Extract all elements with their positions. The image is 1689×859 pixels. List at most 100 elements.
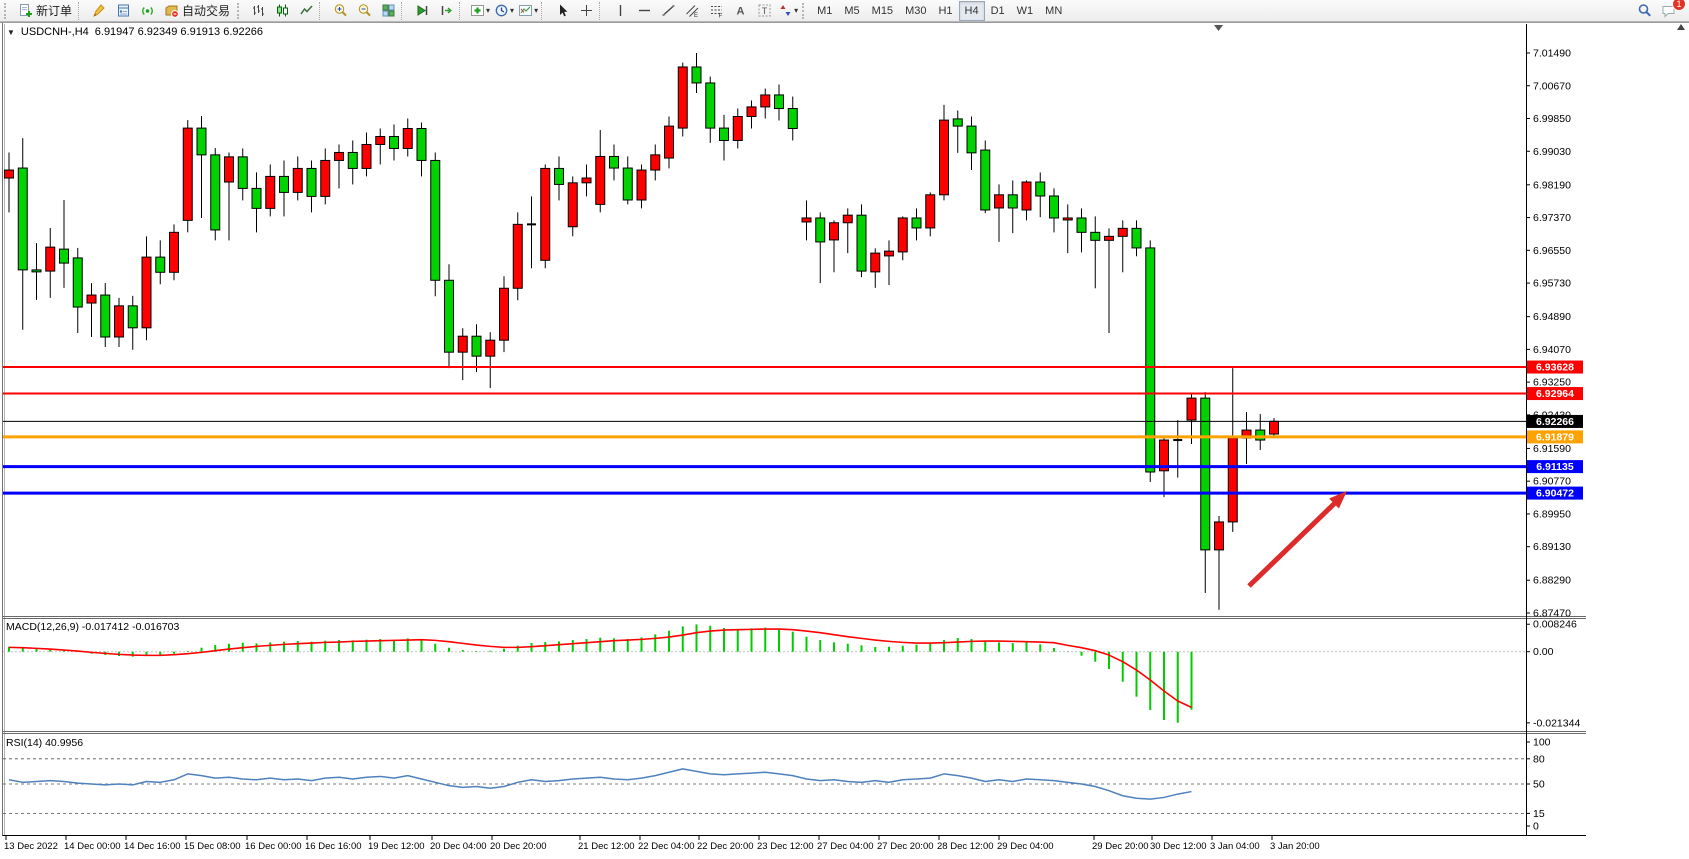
arrows-tool-button[interactable]: ▾ <box>776 0 800 22</box>
candle <box>953 119 962 126</box>
candle <box>307 168 316 196</box>
candle <box>1270 421 1279 434</box>
chart-symbol-title[interactable]: ▼ USDCNH-,H4 6.91947 6.92349 6.91913 6.9… <box>7 26 263 38</box>
timeframe-button-m5[interactable]: M5 <box>838 1 865 21</box>
svg-text:6.99850: 6.99850 <box>1533 113 1571 125</box>
candle <box>32 270 41 272</box>
toolbar-grip[interactable] <box>802 3 809 19</box>
svg-text:6.87470: 6.87470 <box>1533 608 1571 620</box>
svg-text:20 Dec 20:00: 20 Dec 20:00 <box>490 841 547 852</box>
new-order-button[interactable]: 新订单 <box>13 0 77 22</box>
candle <box>197 128 206 155</box>
market-watch-button[interactable] <box>111 0 135 22</box>
search-button[interactable] <box>1633 0 1657 22</box>
toolbar-grip[interactable] <box>4 3 11 19</box>
chart-shift-button[interactable] <box>434 0 458 22</box>
timeframe-button-m15[interactable]: M15 <box>866 1 899 21</box>
timeframe-button-m1[interactable]: M1 <box>811 1 838 21</box>
candle <box>115 306 124 337</box>
svg-text:6.99030: 6.99030 <box>1533 146 1571 158</box>
equidistant-channel-button[interactable]: E <box>680 0 704 22</box>
horizontal-line-button[interactable] <box>632 0 656 22</box>
chart-frame <box>0 22 1689 859</box>
svg-text:6.98190: 6.98190 <box>1533 179 1571 191</box>
candle <box>390 136 399 148</box>
svg-text:6.91879: 6.91879 <box>1536 431 1574 443</box>
candle <box>1187 398 1196 420</box>
candle <box>1256 430 1265 440</box>
svg-text:6.94890: 6.94890 <box>1533 311 1571 323</box>
indicators-button[interactable]: ▾ <box>468 0 492 22</box>
candle <box>940 120 949 195</box>
trendline-button[interactable] <box>656 0 680 22</box>
zoom-in-button[interactable] <box>328 0 352 22</box>
cursor-button[interactable] <box>550 0 574 22</box>
text-button[interactable]: A <box>728 0 752 22</box>
candle <box>403 128 412 148</box>
candle <box>445 280 454 352</box>
candle <box>1036 182 1045 196</box>
toolbar-separator <box>319 2 327 20</box>
svg-text:6.88290: 6.88290 <box>1533 575 1571 587</box>
svg-text:6.89130: 6.89130 <box>1533 541 1571 553</box>
timeframe-button-h1[interactable]: H1 <box>932 1 958 21</box>
candle <box>596 156 605 204</box>
text-icon: A <box>733 3 748 18</box>
svg-text:6.93628: 6.93628 <box>1536 362 1574 374</box>
candle <box>747 107 756 117</box>
svg-text:6.95730: 6.95730 <box>1533 278 1571 290</box>
chevron-down-icon: ▾ <box>534 6 538 15</box>
signals-button[interactable] <box>135 0 159 22</box>
periods-button[interactable]: ▾ <box>492 0 516 22</box>
candle <box>486 340 495 356</box>
autotrading-button[interactable]: 自动交易 <box>159 0 235 22</box>
candle <box>183 128 192 220</box>
notifications-button[interactable]: 1 <box>1657 0 1681 22</box>
line-chart-icon <box>299 3 314 18</box>
crosshair-icon <box>579 3 594 18</box>
svg-text:14 Dec 16:00: 14 Dec 16:00 <box>124 841 181 852</box>
timeframe-button-m30[interactable]: M30 <box>899 1 932 21</box>
candle <box>101 295 110 337</box>
vertical-line-button[interactable] <box>608 0 632 22</box>
candle <box>348 152 357 168</box>
highlighter-button[interactable] <box>87 0 111 22</box>
new-order-label: 新订单 <box>36 2 72 19</box>
toolbar-separator <box>78 2 86 20</box>
candle <box>1077 218 1086 232</box>
candle <box>1050 196 1059 218</box>
chart-canvas[interactable]: 7.014907.006706.998506.990306.981906.973… <box>0 22 1689 859</box>
tile-windows-button[interactable] <box>376 0 400 22</box>
candle <box>60 249 69 263</box>
candle <box>1215 522 1224 550</box>
candle <box>128 306 137 328</box>
templates-button[interactable]: ▾ <box>516 0 540 22</box>
candle <box>87 295 96 303</box>
zoom-out-button[interactable] <box>352 0 376 22</box>
crosshair-button[interactable] <box>574 0 598 22</box>
timeframe-button-mn[interactable]: MN <box>1039 1 1068 21</box>
toolbar-grip[interactable] <box>237 3 244 19</box>
candle <box>156 257 165 272</box>
timeframe-button-d1[interactable]: D1 <box>985 1 1011 21</box>
candle <box>830 223 839 240</box>
label-button[interactable]: T <box>752 0 776 22</box>
bar-chart-button[interactable] <box>246 0 270 22</box>
candlestick-chart-button[interactable] <box>270 0 294 22</box>
candle <box>18 168 27 270</box>
svg-text:6.94070: 6.94070 <box>1533 344 1571 356</box>
timeframe-button-h4[interactable]: H4 <box>959 1 985 21</box>
fibonacci-icon: F <box>709 3 724 18</box>
fibonacci-button[interactable]: F <box>704 0 728 22</box>
svg-text:6.96550: 6.96550 <box>1533 245 1571 257</box>
candlestick-chart-icon <box>275 3 290 18</box>
svg-text:A: A <box>736 6 744 18</box>
arrows-tool-icon <box>778 3 793 18</box>
candle <box>73 258 82 307</box>
line-chart-button[interactable] <box>294 0 318 22</box>
auto-scroll-button[interactable] <box>410 0 434 22</box>
svg-text:6.97370: 6.97370 <box>1533 212 1571 224</box>
candle <box>802 218 811 222</box>
timeframe-button-w1[interactable]: W1 <box>1011 1 1040 21</box>
candle <box>362 144 371 168</box>
